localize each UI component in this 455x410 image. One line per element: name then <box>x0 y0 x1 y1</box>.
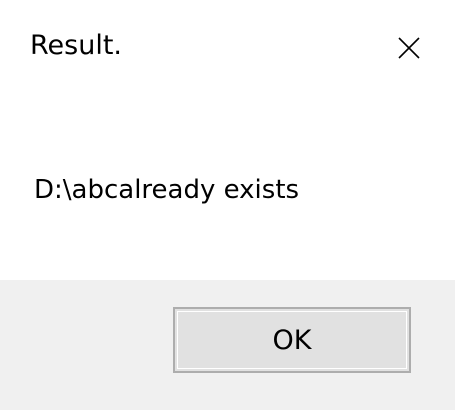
dialog-title: Result. <box>30 30 123 61</box>
ok-button[interactable]: OK <box>173 307 411 373</box>
title-bar: Result. <box>0 0 455 100</box>
dialog-message: D:\abcalready exists <box>34 175 300 205</box>
close-button[interactable] <box>384 24 434 72</box>
message-dialog: Result. D:\abcalready exists OK <box>0 0 455 410</box>
dialog-footer: OK <box>0 280 455 410</box>
close-icon <box>398 37 420 59</box>
